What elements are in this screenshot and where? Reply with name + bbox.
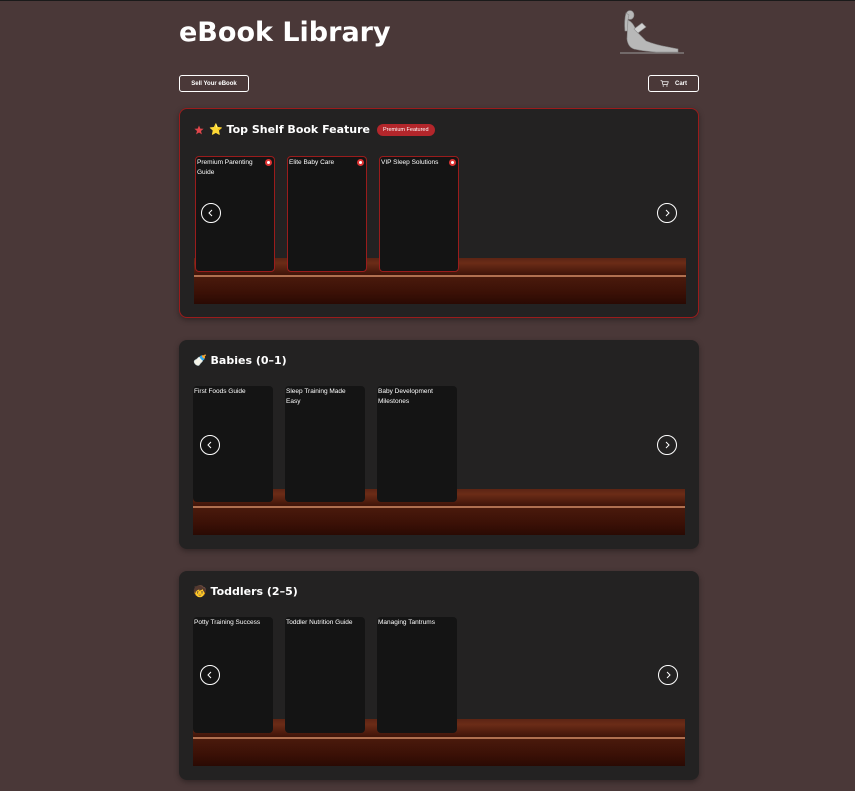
section-title: ⭐ Top Shelf Book Feature: [209, 123, 370, 136]
woman-reading-icon: [620, 10, 684, 54]
book-card[interactable]: Baby Development Milestones: [377, 386, 457, 502]
section-header: ⭐ Top Shelf Book Feature Premium Feature…: [194, 123, 435, 136]
book-title: Premium Parenting Guide: [197, 159, 253, 177]
book-title: Toddler Nutrition Guide: [286, 619, 353, 626]
section-title: 🧒 Toddlers (2–5): [193, 585, 298, 598]
premium-star-icon: [265, 159, 272, 166]
scroll-left-button[interactable]: [201, 203, 221, 223]
chevron-right-icon: [665, 441, 670, 449]
chevron-right-icon: [666, 671, 671, 679]
scroll-right-button[interactable]: [658, 665, 678, 685]
section-header: 🍼 Babies (0–1): [193, 354, 287, 367]
premium-star-icon: [357, 159, 364, 166]
bookshelf: Potty Training Success Toddler Nutrition…: [193, 617, 685, 767]
book-title: VIP Sleep Solutions: [381, 159, 439, 166]
cart-icon: [660, 80, 669, 87]
premium-star-icon: [449, 159, 456, 166]
scroll-left-button[interactable]: [200, 665, 220, 685]
sell-ebook-button[interactable]: Sell Your eBook: [179, 75, 249, 92]
book-title: Elite Baby Care: [289, 159, 335, 166]
cart-label: Cart: [674, 80, 687, 87]
section-title: 🍼 Babies (0–1): [193, 354, 287, 367]
book-card[interactable]: VIP Sleep Solutions: [379, 156, 459, 272]
chevron-left-icon: [207, 441, 212, 449]
scroll-right-button[interactable]: [657, 203, 677, 223]
book-card[interactable]: Elite Baby Care: [287, 156, 367, 272]
book-title: First Foods Guide: [194, 388, 246, 395]
star-icon: [194, 125, 204, 134]
shelf-base: [193, 508, 685, 535]
scroll-right-button[interactable]: [657, 435, 677, 455]
book-title: Potty Training Success: [194, 619, 261, 626]
book-title: Managing Tantrums: [378, 619, 435, 626]
bookshelf: Premium Parenting Guide Elite Baby Care …: [194, 155, 686, 305]
shelf-base: [194, 277, 686, 304]
book-card[interactable]: Sleep Training Made Easy: [285, 386, 365, 502]
bookshelf: First Foods Guide Sleep Training Made Ea…: [193, 386, 685, 536]
chevron-left-icon: [207, 671, 212, 679]
scroll-left-button[interactable]: [200, 435, 220, 455]
section-header: 🧒 Toddlers (2–5): [193, 585, 298, 598]
book-card[interactable]: Managing Tantrums: [377, 617, 457, 733]
babies-section: 🍼 Babies (0–1) First Foods Guide Sleep T…: [179, 340, 699, 549]
page-title: eBook Library: [179, 17, 391, 48]
cart-button[interactable]: Cart: [648, 75, 699, 92]
chevron-right-icon: [665, 209, 670, 217]
shelf-base: [193, 739, 685, 766]
premium-badge: Premium Featured: [377, 123, 435, 136]
book-title: Baby Development Milestones: [378, 388, 433, 406]
book-title: Sleep Training Made Easy: [286, 388, 346, 406]
featured-section: ⭐ Top Shelf Book Feature Premium Feature…: [179, 108, 699, 318]
toddlers-section: 🧒 Toddlers (2–5) Potty Training Success …: [179, 571, 699, 780]
chevron-left-icon: [208, 209, 213, 217]
book-card[interactable]: Toddler Nutrition Guide: [285, 617, 365, 733]
